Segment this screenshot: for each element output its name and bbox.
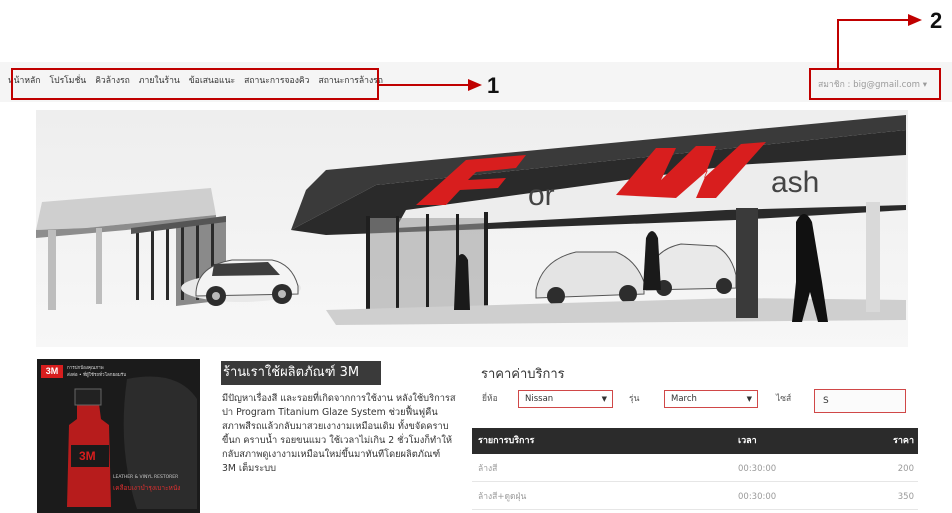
pricing-title: ราคาค่าบริการ <box>481 367 565 382</box>
hero-logo-text-2: ash <box>771 166 819 199</box>
row-service: ล้างสี+ดูดฝุ่น <box>478 492 527 502</box>
row-time: 00:30:00 <box>738 492 777 502</box>
column-header-time: เวลา <box>738 436 757 446</box>
banner-product-caption: เคลือบเงาบำรุงเบาะหนัง <box>113 484 181 492</box>
hero-logo-text-1: or <box>528 179 555 212</box>
column-header-price: ราคา <box>893 436 914 446</box>
row-price: 350 <box>897 492 914 502</box>
row-service: ล้างสี <box>478 464 498 474</box>
size-label: ไซส์ <box>776 394 792 404</box>
hero-image: or ash <box>36 110 908 347</box>
model-label: รุ่น <box>629 394 640 404</box>
column-header-service: รายการบริการ <box>478 436 535 446</box>
product-banner-3m[interactable]: 3M 3M การปกป้องคุณภาพ ส่งต่อ • ที่ผู้ใช้… <box>37 359 200 513</box>
row-price: 200 <box>897 464 914 474</box>
model-select-value: March <box>671 394 697 404</box>
row-time: 00:30:00 <box>738 464 777 474</box>
price-table-header: รายการบริการ เวลา ราคา <box>472 428 918 454</box>
brand-3m-logo: 3M <box>41 365 63 378</box>
brand-select-value: Nissan <box>525 394 554 404</box>
table-row: ล้างสี+ดูดฝุ่น 00:30:00 350 <box>472 485 918 510</box>
annotation-label-1: 1 <box>487 73 500 98</box>
section-description: มีปัญหาเรื่องสี และรอยที่เกิดจากการใช้งา… <box>222 393 456 474</box>
brand-label: ยี่ห้อ <box>482 394 498 404</box>
brand-select[interactable]: Nissan ▼ <box>518 390 613 408</box>
section-title: ร้านเราใช้ผลิตภัณฑ์ 3M <box>221 361 381 385</box>
banner-product-logo: 3M <box>79 449 96 463</box>
chevron-down-icon: ▼ <box>601 395 607 403</box>
annotation-arrows <box>379 14 922 91</box>
banner-tagline-1: การปกป้องคุณภาพ <box>67 366 104 371</box>
banner-tagline-2: ส่งต่อ • ที่ผู้ใช้รถทั่วโลกยอมรับ <box>67 373 127 378</box>
chevron-down-icon: ▼ <box>746 395 752 403</box>
size-field[interactable]: S <box>814 389 906 413</box>
annotation-label-2: 2 <box>930 8 943 33</box>
table-row: ล้างสี 00:30:00 200 <box>472 457 918 482</box>
banner-product-label: LEATHER & VINYL RESTORER <box>113 475 179 480</box>
model-select[interactable]: March ▼ <box>664 390 758 408</box>
